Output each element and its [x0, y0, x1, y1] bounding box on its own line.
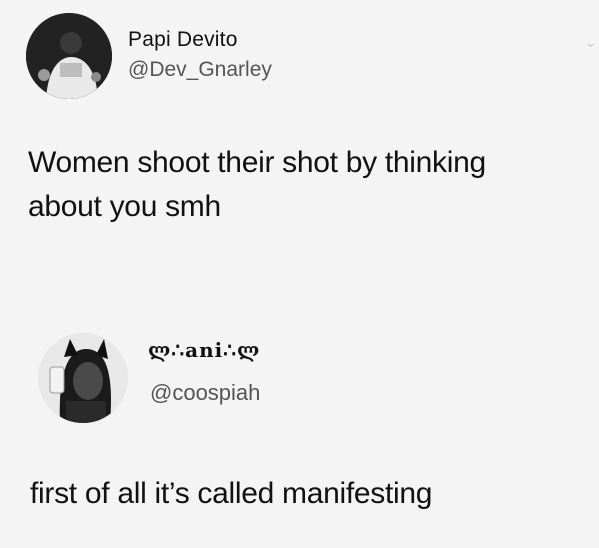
tweet-text-line: Women shoot their shot by thinking: [28, 146, 486, 179]
tweet-text: Women shoot their shot by thinking about…: [28, 141, 588, 229]
avatar[interactable]: [26, 13, 112, 99]
tweet-card[interactable]: Papi Devito @Dev_Gnarley ⌄ Women shoot t…: [0, 0, 599, 290]
chevron-down-icon[interactable]: ⌄: [585, 34, 597, 50]
profile-photo-icon: [38, 333, 128, 423]
user-handle[interactable]: @coospiah: [150, 380, 260, 406]
avatar[interactable]: [38, 333, 128, 423]
tweet-text-line: about you smh: [28, 190, 221, 223]
display-name[interactable]: Papi Devito: [128, 28, 238, 52]
tweet-card[interactable]: ლ∴ani∴ლ @coospiah first of all it’s call…: [0, 318, 599, 548]
user-handle[interactable]: @Dev_Gnarley: [128, 58, 272, 82]
profile-photo-icon: [26, 13, 112, 99]
tweet-text: first of all it’s called manifesting: [30, 477, 433, 510]
display-name[interactable]: ლ∴ani∴ლ: [148, 338, 260, 362]
